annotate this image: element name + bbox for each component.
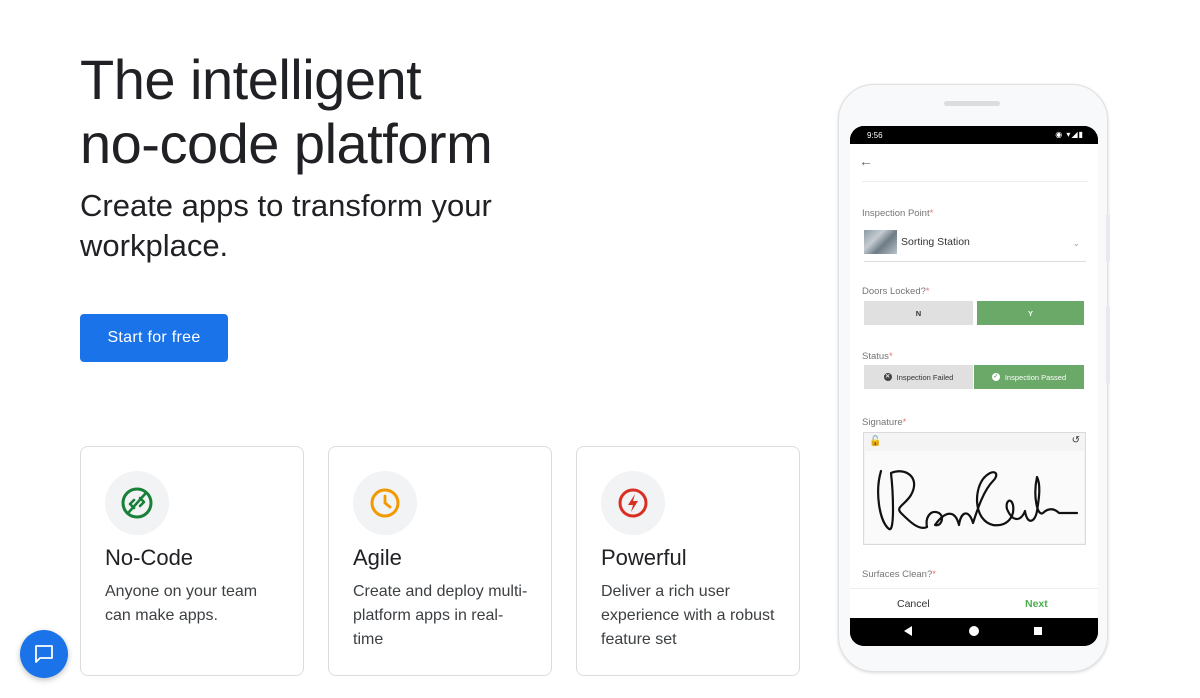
inspection-failed-button[interactable]: ✕ Inspection Failed <box>864 365 973 389</box>
inspection-point-label: Inspection Point* <box>862 208 934 219</box>
status-label: Status* <box>862 351 893 362</box>
phone-speaker <box>944 101 1000 106</box>
feature-description: Create and deploy multi-platform apps in… <box>353 583 528 648</box>
nav-home-icon[interactable] <box>969 626 979 636</box>
nav-recent-apps-icon[interactable] <box>1034 627 1042 635</box>
hero-title-line2: no-code platform <box>80 112 493 175</box>
inspection-passed-label: Inspection Passed <box>1004 372 1067 382</box>
back-arrow-icon[interactable]: ← <box>859 153 873 169</box>
status-icons: ◉ ▾◢▮ <box>1055 130 1084 139</box>
signature-pad[interactable]: 🔓 ↺ <box>863 432 1086 545</box>
surfaces-clean-label: Surfaces Clean?* <box>862 569 936 580</box>
chat-button[interactable] <box>20 630 68 678</box>
feature-description: Deliver a rich user experience with a ro… <box>601 583 775 648</box>
phone-screen: 9:56 ◉ ▾◢▮ ← Inspection Point* Sorting S… <box>850 126 1098 646</box>
doors-locked-n-button[interactable]: N <box>864 301 973 325</box>
signature-label: Signature* <box>862 417 907 428</box>
inspection-failed-label: Inspection Failed <box>896 372 954 382</box>
check-circle-icon: ✓ <box>991 373 1000 381</box>
hero-title: The intelligent no-code platform <box>80 48 640 176</box>
clock-icon <box>353 471 417 535</box>
signature-canvas[interactable] <box>865 451 1084 543</box>
nav-back-icon[interactable] <box>904 626 912 636</box>
feature-description: Anyone on your team can make apps. <box>105 583 258 624</box>
inspection-passed-button[interactable]: ✓ Inspection Passed <box>974 365 1084 389</box>
feature-card-powerful: Powerful Deliver a rich user experience … <box>576 446 800 676</box>
chevron-down-icon: ⌄ <box>1072 238 1080 248</box>
android-nav-bar <box>850 618 1098 646</box>
divider <box>862 181 1088 182</box>
no-code-icon <box>105 471 169 535</box>
signature-drawing <box>877 469 1079 531</box>
feature-title: Powerful <box>601 545 687 570</box>
cancel-button[interactable]: Cancel <box>897 598 930 610</box>
feature-card-agile: Agile Create and deploy multi-platform a… <box>328 446 552 676</box>
next-button[interactable]: Next <box>1025 598 1048 610</box>
sorting-station-thumbnail <box>864 230 897 254</box>
hero-subtitle: Create apps to transform your workplace. <box>80 186 560 266</box>
status-time: 9:56 <box>867 131 883 140</box>
phone-power-button <box>1106 306 1110 384</box>
x-circle-icon: ✕ <box>883 373 892 381</box>
phone-volume-button <box>1106 214 1110 262</box>
status-bar: 9:56 ◉ ▾◢▮ <box>850 126 1098 144</box>
chat-icon <box>35 645 53 663</box>
reset-icon[interactable]: ↺ <box>1072 435 1080 446</box>
inspection-point-value: Sorting Station <box>901 236 970 248</box>
feature-title: No-Code <box>105 545 194 570</box>
hero-subtitle-line2: workplace. <box>80 228 229 263</box>
feature-title: Agile <box>353 545 402 570</box>
hero-subtitle-line1: Create apps to transform your <box>80 188 492 223</box>
inspection-point-select[interactable]: Sorting Station ⌄ <box>864 229 1086 262</box>
form-footer: Cancel Next <box>850 588 1098 618</box>
doors-locked-y-button[interactable]: Y <box>977 301 1084 325</box>
app-form: ← Inspection Point* Sorting Station ⌄ Do… <box>850 144 1098 618</box>
feature-card-no-code: No-Code Anyone on your team can make app… <box>80 446 304 676</box>
doors-locked-label: Doors Locked?* <box>862 286 930 297</box>
start-for-free-button[interactable]: Start for free <box>80 314 228 362</box>
lightning-icon <box>601 471 665 535</box>
unlock-icon[interactable]: 🔓 <box>869 436 881 447</box>
hero-title-line1: The intelligent <box>80 48 422 111</box>
